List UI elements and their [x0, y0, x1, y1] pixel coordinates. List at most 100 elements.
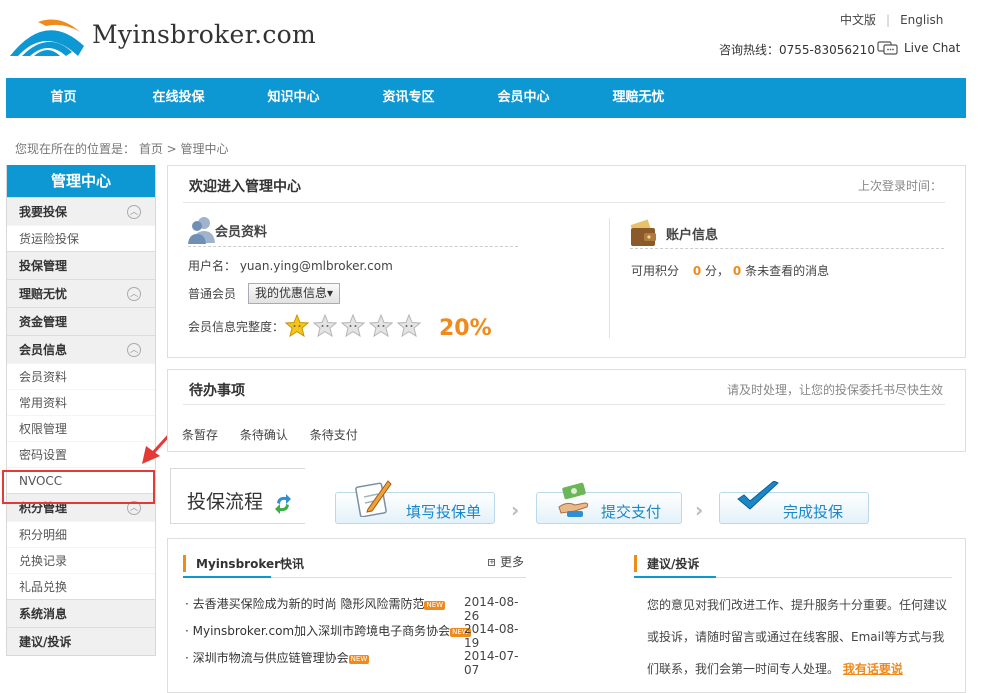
- hotline-text: 咨询热线：0755-83056210: [719, 43, 875, 57]
- suggest-text: 您的意见对我们改进工作、提升服务十分重要。任何建议或投诉，请随时留言或通过在线客…: [647, 589, 952, 685]
- sidebar-group-label: 会员信息: [19, 343, 68, 357]
- new-badge: NEW: [348, 655, 370, 664]
- sidebar-title: 管理中心: [7, 165, 155, 197]
- welcome-title: 欢迎进入管理中心: [189, 179, 301, 195]
- divider: [634, 576, 952, 578]
- member-avatar-icon: [188, 217, 215, 244]
- flow-title-box: 投保流程: [170, 468, 305, 524]
- sidebar-group-label: 资金管理: [19, 315, 68, 329]
- sidebar-group-policy-mgmt[interactable]: 投保管理: [7, 251, 155, 279]
- account-info-text: 可用积分 0 分， 0 条未查看的消息: [631, 262, 829, 279]
- nav-news[interactable]: 资讯专区: [351, 78, 466, 118]
- todo-title: 待办事项: [189, 383, 245, 399]
- news-item-date: 2014-08-26: [464, 595, 519, 623]
- sidebar-item-redeem-records[interactable]: 兑换记录: [7, 547, 155, 573]
- collapse-icon[interactable]: ︿: [127, 205, 141, 219]
- feedback-link[interactable]: 我有话要说: [843, 662, 903, 676]
- language-switch: 中文版 | English: [840, 13, 944, 27]
- completeness-label: 会员信息完整度：: [188, 320, 285, 334]
- points-value[interactable]: 0: [693, 264, 701, 278]
- news-item[interactable]: · 去香港买保险成为新的时尚 隐形风险需防范 NEW 2014-08-26: [185, 595, 525, 623]
- coupon-dropdown[interactable]: 我的优惠信息▾: [248, 283, 341, 304]
- news-item-title: Myinsbroker.com加入深圳市跨境电子商务协会: [192, 624, 451, 638]
- sidebar-group-feedback[interactable]: 建议/投诉: [7, 627, 155, 655]
- star-empty-icon: [397, 314, 421, 338]
- todo-item-pending-confirm[interactable]: 条待确认: [240, 428, 288, 442]
- nav-online-insure[interactable]: 在线投保: [121, 78, 236, 118]
- points-label: 可用积分: [631, 264, 680, 278]
- welcome-panel: 欢迎进入管理中心 上次登录时间： 会员资料 用户名： yuan.ying@mlb…: [167, 165, 966, 358]
- flow-step-complete[interactable]: 完成投保: [719, 481, 869, 524]
- news-item-title: 深圳市物流与供应链管理协会: [192, 651, 349, 665]
- sidebar: 管理中心 我要投保 ︿ 货运险投保 投保管理 理赔无忧 ︿ 资金管理 会员信息 ︿ 会…: [6, 165, 156, 656]
- divider: [630, 248, 944, 249]
- chat-bubble-icon: [877, 41, 898, 55]
- last-login-time: 上次登录时间：: [857, 179, 942, 193]
- nav-knowledge[interactable]: 知识中心: [236, 78, 351, 118]
- insure-flow: 投保流程 填写投保单 › 提交支付 › 完成投保: [170, 466, 970, 528]
- nav-home[interactable]: 首页: [6, 78, 121, 118]
- sidebar-group-messages[interactable]: 系统消息: [7, 599, 155, 627]
- completeness-stars: [285, 314, 421, 338]
- sidebar-item-points-detail[interactable]: 积分明细: [7, 521, 155, 547]
- breadcrumb: 您现在所在的位置是： 首页 > 管理中心: [15, 142, 229, 156]
- unread-count[interactable]: 0: [733, 264, 741, 278]
- sidebar-group-label: 理赔无忧: [19, 287, 68, 301]
- news-item-date: 2014-07-07: [464, 649, 519, 677]
- sidebar-item-cargo-insure[interactable]: 货运险投保: [7, 225, 155, 251]
- completeness-percent: 20%: [439, 316, 492, 341]
- info-panel: Myinsbroker快讯 + 更多 · 去香港买保险成为新的时尚 隐形风险需防范…: [167, 538, 966, 693]
- chevron-right-icon: ›: [511, 498, 520, 522]
- divider: [183, 404, 945, 405]
- sidebar-group-label: 系统消息: [19, 607, 68, 621]
- flow-title: 投保流程: [187, 491, 264, 513]
- nvocc-highlight-box: [2, 470, 155, 504]
- news-more-link[interactable]: + 更多: [488, 553, 524, 570]
- news-item-date: 2014-08-19: [464, 622, 519, 650]
- vertical-divider: [609, 218, 610, 338]
- sidebar-group-insure[interactable]: 我要投保 ︿: [7, 197, 155, 225]
- site-logo[interactable]: Myinsbroker.com: [8, 14, 316, 60]
- chevron-right-icon: ›: [695, 498, 704, 522]
- nav-member-center[interactable]: 会员中心: [466, 78, 581, 118]
- username-text: 用户名： yuan.ying@mlbroker.com: [188, 259, 393, 273]
- todo-item-saved[interactable]: 条暂存: [182, 428, 218, 442]
- todo-items: 条暂存 条待确认 条待支付: [182, 426, 376, 443]
- sidebar-group-funds[interactable]: 资金管理: [7, 307, 155, 335]
- plus-icon: +: [488, 558, 495, 566]
- member-type-text: 普通会员: [188, 287, 237, 301]
- form-pen-icon: [355, 480, 392, 517]
- live-chat-label: Live Chat: [904, 41, 961, 55]
- sidebar-group-label: 投保管理: [19, 259, 68, 273]
- flow-step-submit-payment[interactable]: 提交支付: [536, 482, 682, 524]
- collapse-icon[interactable]: ︿: [127, 287, 141, 301]
- lang-chinese-link[interactable]: 中文版: [840, 13, 876, 27]
- collapse-icon[interactable]: ︿: [127, 343, 141, 357]
- todo-item-pending-payment[interactable]: 条待支付: [310, 428, 358, 442]
- main-nav: 首页 在线投保 知识中心 资讯专区 会员中心 理赔无忧: [6, 78, 966, 118]
- flow-step-label: 提交支付: [601, 503, 662, 521]
- flow-step-fill-form[interactable]: 填写投保单: [335, 480, 495, 524]
- lang-english-link[interactable]: English: [900, 13, 943, 27]
- member-section-title: 会员资料: [215, 225, 268, 240]
- divider: [183, 202, 945, 203]
- wallet-icon: [630, 219, 656, 246]
- sidebar-item-member-profile[interactable]: 会员资料: [7, 363, 155, 389]
- flow-step-label: 填写投保单: [406, 503, 482, 521]
- nav-claims[interactable]: 理赔无忧: [581, 78, 696, 118]
- sidebar-item-gift-redeem[interactable]: 礼品兑换: [7, 573, 155, 599]
- cycle-arrows-icon: [275, 494, 291, 514]
- divider: [188, 246, 518, 247]
- sidebar-group-claims[interactable]: 理赔无忧 ︿: [7, 279, 155, 307]
- sidebar-item-password[interactable]: 密码设置: [7, 441, 155, 467]
- new-badge: NEW: [424, 601, 446, 610]
- more-label: 更多: [500, 555, 525, 569]
- sidebar-item-common-info[interactable]: 常用资料: [7, 389, 155, 415]
- sidebar-item-permissions[interactable]: 权限管理: [7, 415, 155, 441]
- news-item[interactable]: · Myinsbroker.com加入深圳市跨境电子商务协会 NEW 2014-0…: [185, 622, 525, 650]
- divider: [183, 576, 526, 578]
- live-chat-link[interactable]: Live Chat: [877, 41, 960, 55]
- checkmark-icon: [737, 481, 779, 510]
- news-item[interactable]: · 深圳市物流与供应链管理协会 NEW 2014-07-07: [185, 649, 525, 677]
- sidebar-group-member-info[interactable]: 会员信息 ︿: [7, 335, 155, 363]
